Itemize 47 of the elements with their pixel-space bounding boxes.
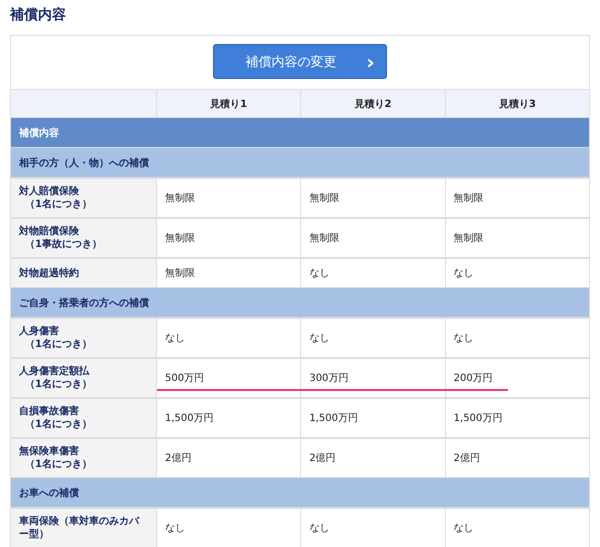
page-title: 補償内容 <box>8 6 67 25</box>
table-cell-text: 1,500万円 <box>165 412 214 425</box>
table-cell-text: 1,500万円 <box>454 412 502 425</box>
table-cell-text: 無制限 <box>309 232 340 245</box>
section-header: 補償内容 <box>11 117 589 147</box>
row-label: 人身傷害定額払 <box>19 365 90 378</box>
column-header: 見積り3 <box>444 89 589 117</box>
row-label: 自損事故傷害 <box>19 405 80 418</box>
table-cell-text: 1,500万円 <box>309 412 358 425</box>
table-cell-text: なし <box>165 522 185 535</box>
row-label: 対物超過特約 <box>11 257 156 287</box>
group-header: ご自身・搭乗者の方への補償 <box>11 287 589 317</box>
row-label: 無保険車傷害 <box>19 445 80 458</box>
row-label: 対人賠償保険 <box>19 185 80 198</box>
group-header: お車への補償 <box>11 477 589 507</box>
table-cell-text: なし <box>454 267 474 280</box>
row-note: （1名につき） <box>24 378 93 391</box>
table-cell-text: 無制限 <box>165 266 195 280</box>
column-header: 見積り1 <box>156 89 300 117</box>
table-cell-text: 2億円 <box>309 452 336 465</box>
row-label: 対物賠償保険 <box>19 225 80 238</box>
change-coverage-button[interactable]: 補償内容の変更 › <box>213 44 387 79</box>
row-note: （1事故につき） <box>24 238 103 251</box>
row-note: （1名につき） <box>24 458 93 471</box>
table-cell-text: 無制限 <box>309 192 340 205</box>
table-cell-text: なし <box>309 332 330 345</box>
table-cell-text: なし <box>309 522 330 535</box>
table-cell-text: 200万円 <box>454 372 493 385</box>
row-label: 車両保険（車対車のみカバー型） <box>11 507 156 547</box>
table-cell-text: 無制限 <box>454 192 484 205</box>
column-header: 見積り2 <box>300 89 445 117</box>
row-note: （1名につき） <box>24 418 93 431</box>
table-cell-text: 2億円 <box>454 452 480 465</box>
table-cell-text: 300万円 <box>309 372 348 385</box>
row-note: （1名につき） <box>24 338 93 351</box>
group-header: 相手の方（人・物）への補償 <box>11 147 589 177</box>
row-label: 人身傷害 <box>19 325 60 338</box>
table-cell-text: 無制限 <box>454 232 484 245</box>
table-cell-text: なし <box>165 332 185 345</box>
table-cell-text: なし <box>454 332 474 345</box>
table-cell-text: 2億円 <box>165 452 192 465</box>
table-cell-text: 500万円 <box>165 372 204 385</box>
table-cell-text: 無制限 <box>165 192 195 205</box>
table-cell-text: なし <box>454 522 474 535</box>
row-note: （1名につき） <box>24 198 93 211</box>
table-cell-text: 無制限 <box>165 232 195 245</box>
table-cell-text: なし <box>309 267 330 280</box>
